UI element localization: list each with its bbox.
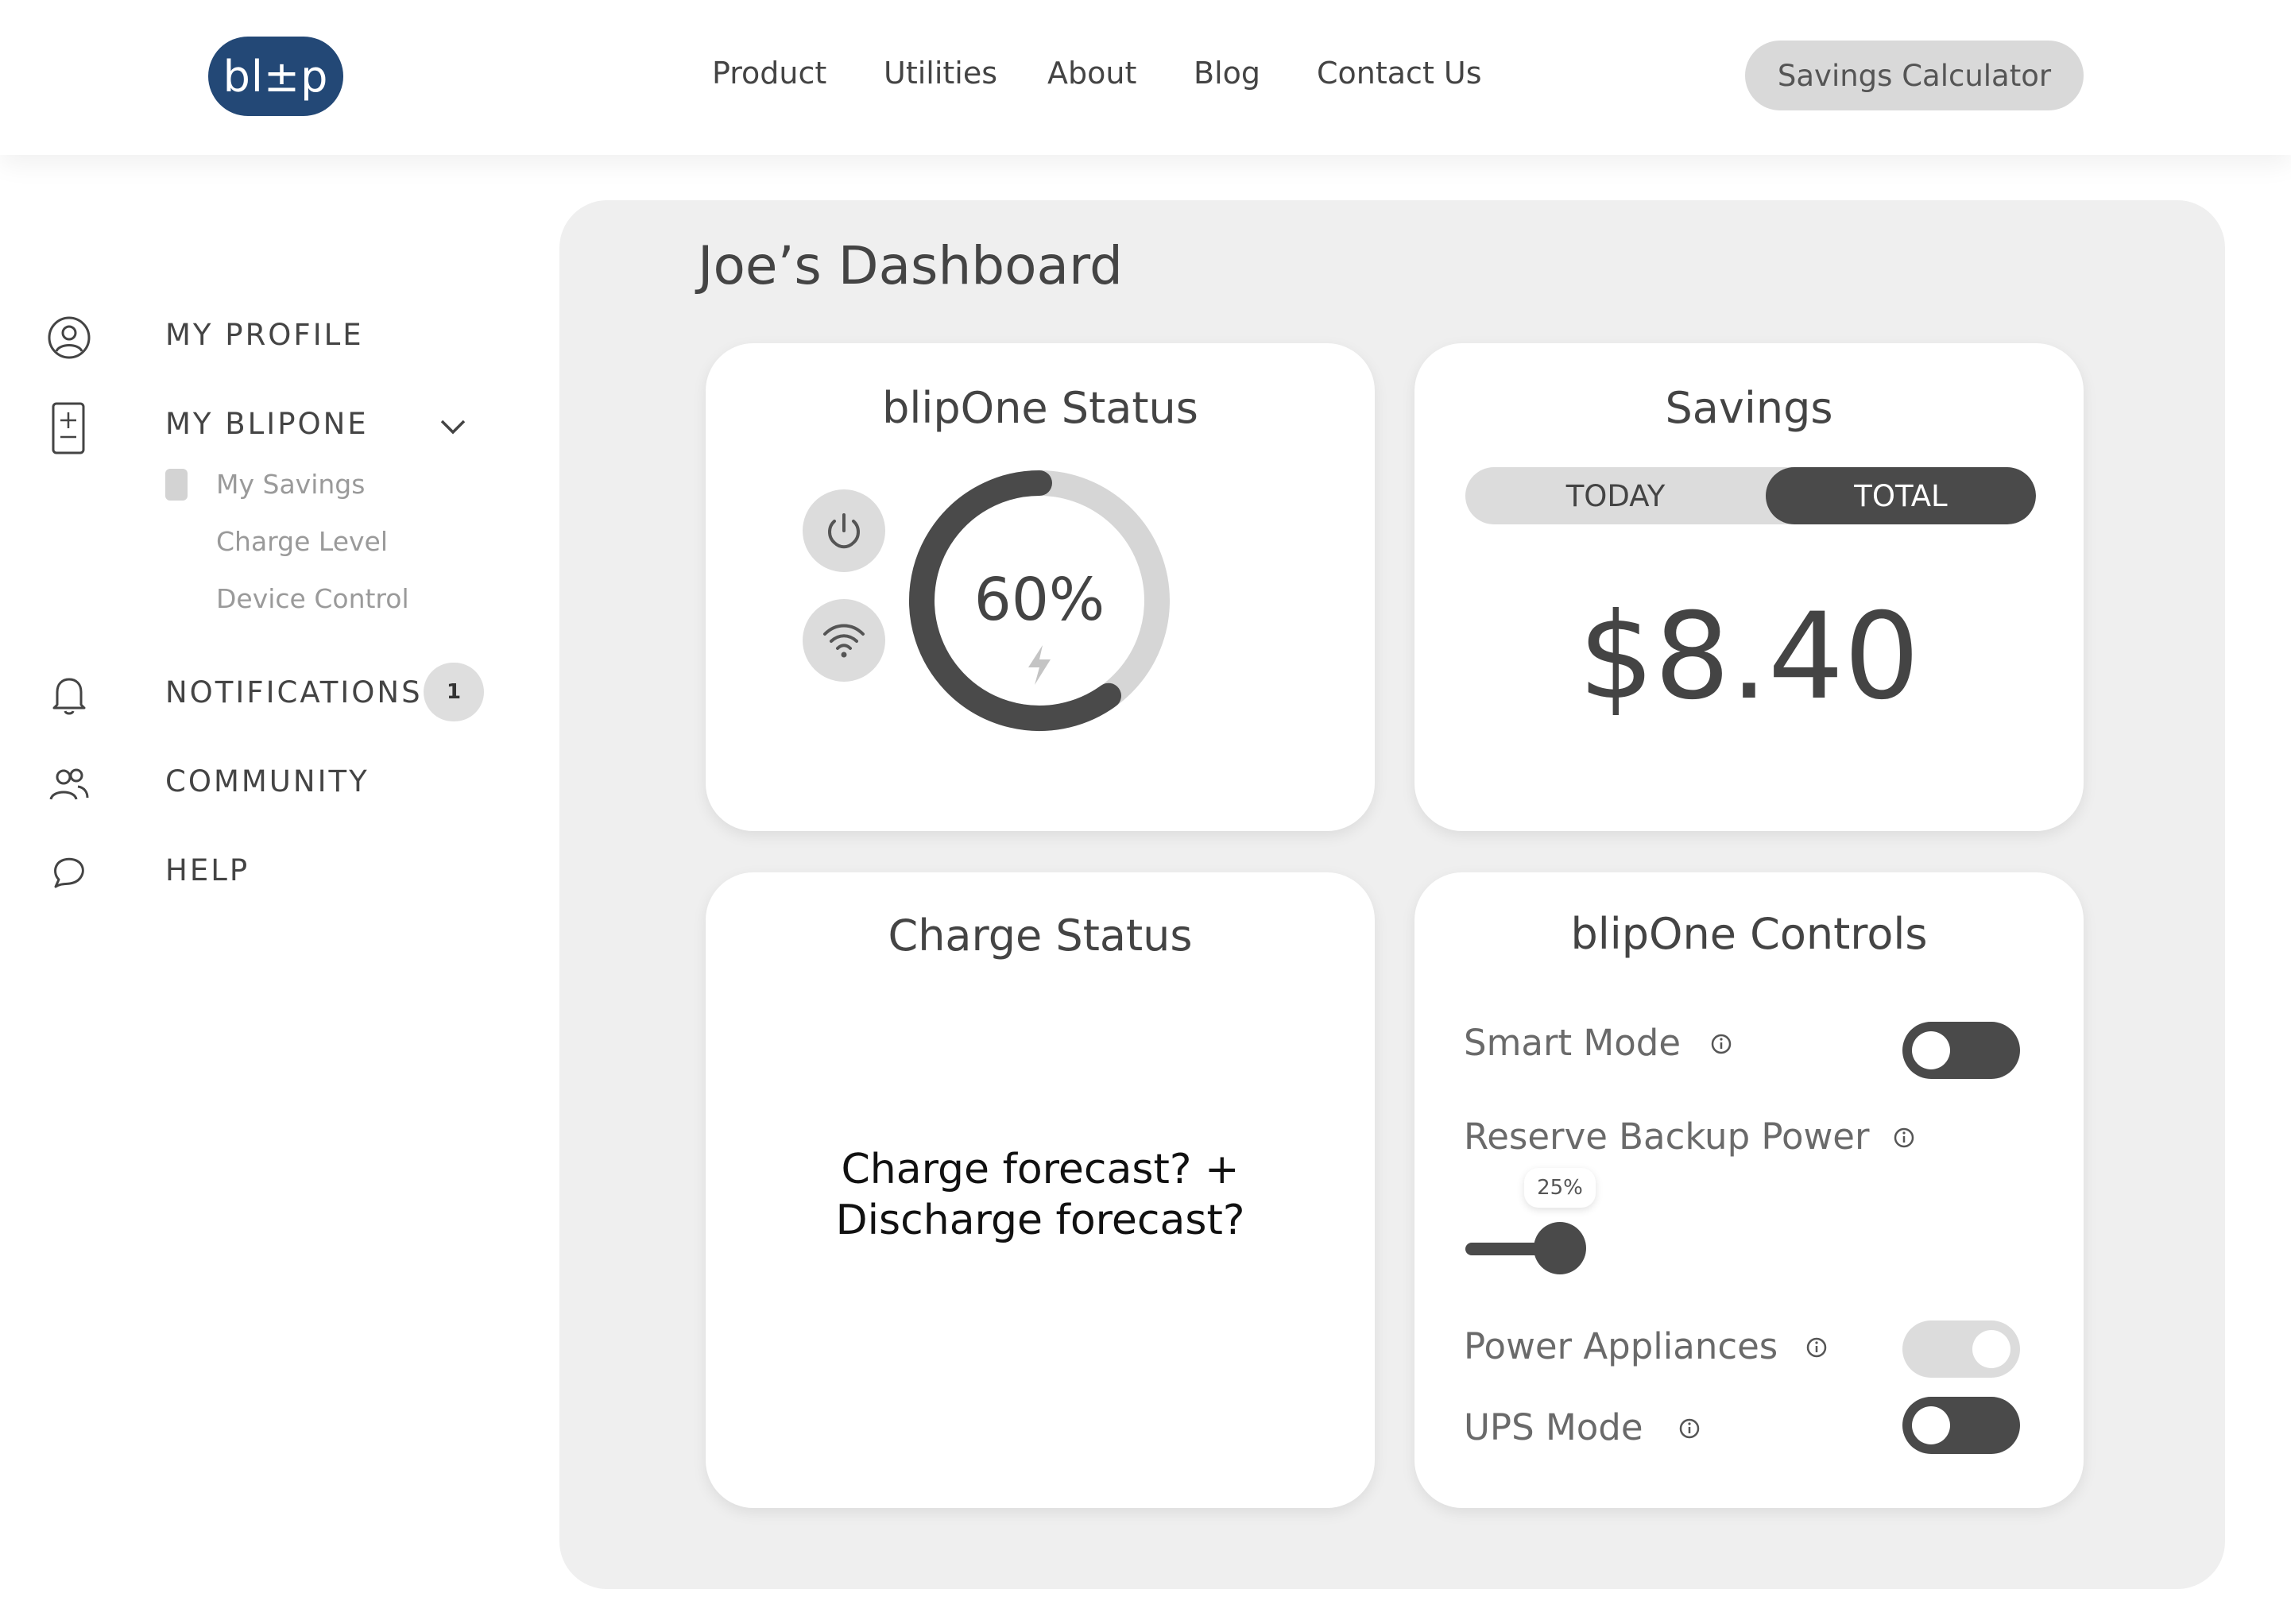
power-icon <box>828 513 860 549</box>
power-button[interactable] <box>803 489 885 572</box>
community-users-icon <box>49 768 89 800</box>
sidebar-item-community[interactable]: COMMUNITY <box>165 764 370 798</box>
info-icon[interactable] <box>1805 1336 1828 1359</box>
info-icon[interactable] <box>1710 1033 1732 1055</box>
sidebar-item-help[interactable]: HELP <box>165 853 250 887</box>
wifi-button[interactable] <box>803 599 885 682</box>
sidebar-item-my-blipone[interactable]: MY BLIPONE <box>165 407 369 441</box>
nav-utilities[interactable]: Utilities <box>884 56 997 91</box>
smart-mode-toggle[interactable] <box>1902 1022 2020 1079</box>
controls-card-title: blipOne Controls <box>1570 909 1928 959</box>
user-circle-icon <box>48 316 91 359</box>
nav-contact-us[interactable]: Contact Us <box>1317 56 1482 91</box>
info-icon[interactable] <box>1678 1417 1701 1440</box>
sidebar-item-notifications[interactable]: NOTIFICATIONS <box>165 675 423 710</box>
slider-thumb[interactable] <box>1534 1222 1586 1274</box>
lightning-bolt-icon <box>1028 645 1051 685</box>
savings-amount: $8.40 <box>1578 588 1920 726</box>
page-title: Joe’s Dashboard <box>698 235 1123 296</box>
slider-value-tooltip: 25% <box>1524 1168 1596 1208</box>
sidebar-subitem-charge-level[interactable]: Charge Level <box>216 526 388 557</box>
ups-mode-label: UPS Mode <box>1464 1406 1643 1448</box>
notification-count-badge: 1 <box>424 663 484 721</box>
slider-fill <box>1465 1243 1545 1255</box>
savings-card: Savings <box>1414 343 2084 831</box>
nav-about[interactable]: About <box>1047 56 1136 91</box>
status-card-title: blipOne Status <box>882 383 1198 433</box>
charge-forecast-line: Charge forecast? + <box>841 1146 1240 1193</box>
power-appliances-label: Power Appliances <box>1464 1325 1778 1367</box>
wifi-icon <box>823 624 865 658</box>
ups-mode-toggle[interactable] <box>1902 1397 2020 1454</box>
reserve-backup-slider[interactable]: 25% <box>1465 1168 1782 1274</box>
savings-period-toggle: TODAY TOTAL <box>1465 467 2036 524</box>
power-appliances-toggle[interactable] <box>1902 1320 2020 1378</box>
bell-icon <box>52 678 86 715</box>
nav-blog[interactable]: Blog <box>1194 56 1260 91</box>
sidebar-subitem-my-savings[interactable]: My Savings <box>216 469 365 500</box>
battery-device-icon <box>52 402 85 454</box>
savings-calculator-button[interactable]: Savings Calculator <box>1745 41 2084 110</box>
chat-bubble-icon <box>54 857 84 888</box>
charge-percent-label: 60% <box>973 566 1105 634</box>
charge-forecast-text: Charge forecast? + Discharge forecast? <box>706 1144 1375 1246</box>
savings-card-title: Savings <box>1665 383 1833 433</box>
submenu-selected-indicator <box>165 469 188 501</box>
toggle-knob <box>1912 1406 1950 1444</box>
toggle-knob <box>1912 1031 1950 1069</box>
top-header: bl±p Product Utilities About Blog Contac… <box>0 0 2291 155</box>
tab-today[interactable]: TODAY <box>1465 467 1766 524</box>
charge-status-title: Charge Status <box>888 911 1193 961</box>
info-icon[interactable] <box>1893 1127 1915 1149</box>
sidebar-item-my-profile[interactable]: MY PROFILE <box>165 318 364 352</box>
smart-mode-label: Smart Mode <box>1464 1022 1681 1064</box>
sidebar-subitem-device-control[interactable]: Device Control <box>216 583 409 614</box>
chevron-down-icon[interactable] <box>439 416 467 437</box>
nav-product[interactable]: Product <box>712 56 826 91</box>
toggle-knob <box>1972 1330 2010 1368</box>
blip-logo[interactable]: bl±p <box>208 37 343 116</box>
reserve-backup-label: Reserve Backup Power <box>1464 1116 1870 1158</box>
discharge-forecast-line: Discharge forecast? <box>835 1197 1245 1244</box>
tab-total[interactable]: TOTAL <box>1766 467 2036 524</box>
